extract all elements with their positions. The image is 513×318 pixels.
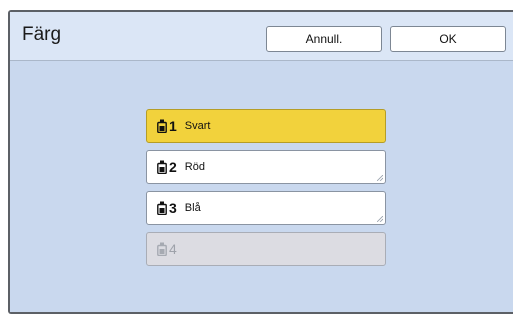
color-option-3[interactable]: 3 Blå [146, 191, 386, 225]
cancel-button[interactable]: Annull. [266, 26, 382, 52]
resize-grip-icon [377, 216, 383, 222]
option-number: 3 [169, 200, 177, 216]
option-number: 2 [169, 159, 177, 175]
option-label: Svart [184, 120, 211, 132]
color-dialog: Färg Annull. OK 1 Svart 2 Röd 3 Blå 4 [10, 12, 513, 312]
option-label: Blå [184, 202, 201, 214]
option-number: 4 [169, 241, 177, 257]
color-option-1[interactable]: 1 Svart [146, 109, 386, 143]
ink-bottle-icon [157, 242, 167, 256]
color-option-2[interactable]: 2 Röd [146, 150, 386, 184]
dialog-header: Färg Annull. OK [10, 12, 513, 61]
option-number: 1 [169, 118, 177, 134]
ink-bottle-icon [157, 119, 167, 133]
dialog-title: Färg [22, 24, 62, 45]
ink-bottle-icon [157, 201, 167, 215]
color-option-4: 4 [146, 232, 386, 266]
option-label: Röd [184, 161, 205, 173]
ok-button[interactable]: OK [390, 26, 506, 52]
ink-bottle-icon [157, 160, 167, 174]
resize-grip-icon [377, 175, 383, 181]
